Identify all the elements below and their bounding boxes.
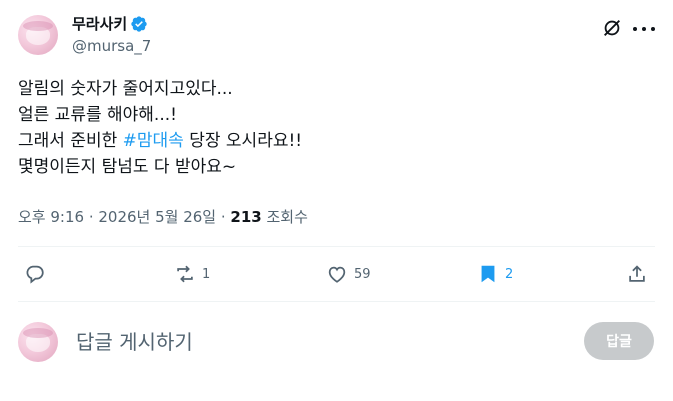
bookmark-count: 2 — [505, 266, 514, 282]
post-text: 알림의 숫자가 줄어지고있다... 얼른 교류를 해야해...! 그래서 준비한… — [18, 76, 658, 180]
repost-button[interactable]: 1 — [174, 262, 210, 286]
reply-icon — [26, 265, 44, 284]
post-meta: 오후 9:16 · 2026년 5월 26일 · 213 조회수 — [18, 207, 308, 227]
grok-icon[interactable] — [601, 17, 623, 39]
verified-badge-icon — [131, 16, 147, 32]
post-line: 그래서 준비한 #맘대속 당장 오시라요!! — [18, 128, 658, 154]
views-label: 조회수 — [261, 208, 308, 226]
bookmark-button[interactable]: 2 — [477, 262, 513, 286]
author-handle[interactable]: @mursa_7 — [72, 36, 151, 56]
repost-icon — [177, 265, 193, 283]
author-name-row: 무라사키 — [72, 14, 148, 34]
post-line: 알림의 숫자가 줄어지고있다... — [18, 79, 233, 99]
current-user-avatar[interactable] — [18, 322, 58, 362]
bookmark-icon — [481, 265, 495, 283]
post-timestamp[interactable]: 오후 9:16 · 2026년 5월 26일 — [18, 208, 216, 226]
reply-input[interactable]: 답글 게시하기 — [76, 328, 193, 356]
post-line-text: 당장 오시라요!! — [183, 131, 303, 151]
reply-submit-button[interactable]: 답글 — [584, 322, 654, 360]
share-icon — [629, 265, 645, 282]
like-button[interactable]: 59 — [326, 262, 371, 286]
hashtag-link[interactable]: #맘대속 — [123, 131, 184, 151]
reply-button[interactable] — [24, 262, 52, 286]
like-count: 59 — [354, 266, 371, 282]
views-count: 213 — [230, 208, 262, 226]
share-button[interactable] — [626, 262, 648, 286]
author-display-name[interactable]: 무라사키 — [72, 14, 127, 34]
author-avatar[interactable] — [18, 15, 58, 55]
meta-separator: · — [216, 208, 231, 226]
post-line: 몇명이든지 탐넘도 다 받아요~ — [18, 157, 237, 177]
divider — [18, 246, 655, 247]
divider — [18, 301, 655, 302]
post-line-text: 그래서 준비한 — [18, 131, 123, 151]
heart-icon — [328, 266, 346, 283]
more-icon[interactable] — [633, 18, 655, 40]
post-line: 얼른 교류를 해야해...! — [18, 105, 177, 125]
repost-count: 1 — [202, 266, 211, 282]
